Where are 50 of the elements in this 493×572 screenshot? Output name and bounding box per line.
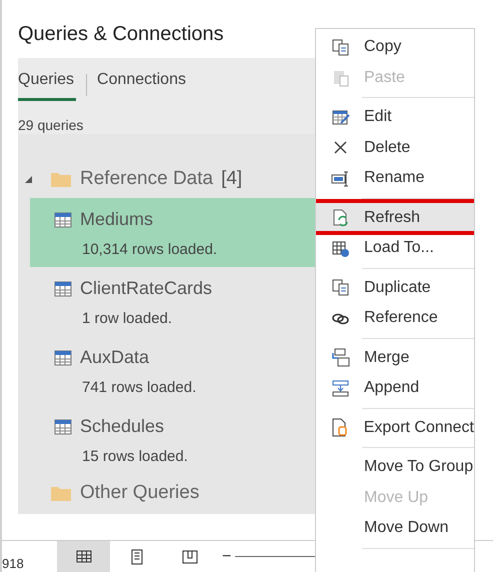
copy-icon [330,38,350,57]
grid-view-icon [74,548,92,564]
merge-icon [330,348,350,368]
duplicate-icon [330,278,350,298]
group-count: [4] [221,166,242,191]
edit-table-icon [330,108,350,127]
table-icon [54,350,72,366]
query-name: Mediums [80,208,154,231]
menu-item[interactable]: Append [316,373,474,404]
query-status: 741 rows loaded. [82,378,196,398]
query-item[interactable]: Schedules 15 rows loaded. [30,405,315,474]
export-icon [330,418,350,438]
query-name: ClientRateCards [80,277,212,300]
menu-item[interactable]: Merge [316,342,474,373]
menu-item[interactable]: Load To... [316,233,474,264]
query-status: 10,314 rows loaded. [82,240,218,260]
query-item[interactable]: ClientRateCards 1 row loaded. [30,267,315,336]
table-icon [54,212,72,228]
append-icon [330,378,350,398]
query-item[interactable]: Mediums 10,314 rows loaded. [30,198,315,267]
rename-icon [330,168,350,188]
tab[interactable]: Queries [18,68,76,101]
query-name: AuxData [80,346,150,369]
group-name[interactable]: Reference Data [80,164,214,194]
panel-title: Queries & Connections [18,22,224,47]
tab[interactable]: Connections [97,68,188,101]
refresh-icon [330,208,350,228]
menu-item[interactable]: Export Connect [316,412,474,443]
menu-item[interactable]: Move To Group [316,452,474,482]
query-status: 1 row loaded. [82,309,172,329]
query-item[interactable]: AuxData 741 rows loaded. [30,336,315,405]
view-button[interactable] [57,540,110,572]
menu-item[interactable]: Move Down [316,513,474,544]
group-name[interactable]: Other Queries [80,478,200,508]
menu-item[interactable]: Copy [316,32,474,62]
query-status: 15 rows loaded. [82,447,188,467]
menu-item[interactable]: Duplicate [316,272,474,303]
menu-item[interactable]: Delete [316,132,474,163]
table-icon [54,418,72,434]
status-text: 918 [2,554,25,572]
folder-icon [50,170,72,188]
table-icon [54,280,72,296]
menu-item[interactable]: Reference [316,303,474,334]
menu-item[interactable]: Rename [316,163,474,194]
load-to-icon [330,238,350,258]
page-break-icon [180,548,198,564]
folder-icon [50,484,72,502]
zoom-out-button[interactable]: − [218,544,236,568]
query-name: Schedules [80,415,164,438]
menu-item[interactable]: Edit [316,102,474,132]
